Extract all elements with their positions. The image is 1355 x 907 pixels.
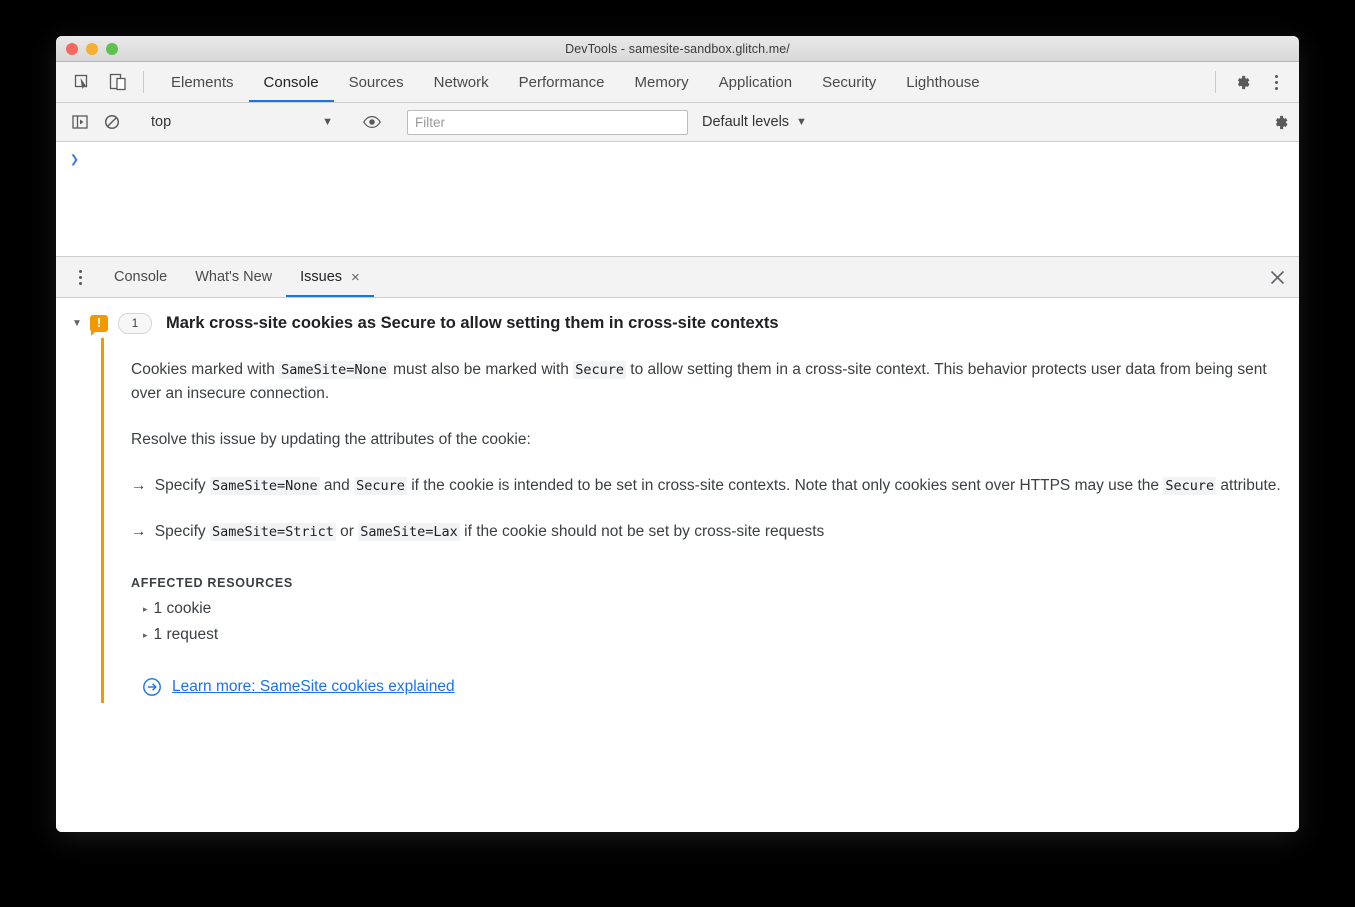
chevron-right-icon: ▸ (143, 603, 148, 614)
window-traffic-lights (66, 36, 118, 61)
eye-icon[interactable] (356, 103, 388, 141)
external-link-circle-arrow-icon (142, 677, 162, 697)
tab-security[interactable]: Security (807, 62, 891, 102)
kebab-menu-icon[interactable] (1261, 62, 1299, 102)
console-output-area[interactable]: ❯ (56, 142, 1299, 257)
close-drawer-icon[interactable] (1255, 257, 1299, 297)
issue-bullet-2: → Specify SameSite=Strict or SameSite=La… (131, 508, 1281, 554)
drawer-tab-issues[interactable]: Issues × (286, 257, 374, 297)
b1-text-3: if the cookie is intended to be set in c… (406, 477, 1164, 495)
tab-network[interactable]: Network (419, 62, 504, 102)
main-toolbar: Elements Console Sources Network Perform… (56, 62, 1299, 103)
issue-paragraph-2: Resolve this issue by updating the attri… (131, 431, 531, 449)
drawer-tab-whats-new-label: What's New (195, 269, 273, 285)
b2-code-1: SameSite=Strict (209, 523, 336, 542)
issue-paragraph-1: Cookies marked with SameSite=None must a… (131, 346, 1281, 416)
close-icon[interactable]: × (351, 270, 360, 285)
arrow-right-icon: → (131, 523, 147, 541)
drawer-tabbar: Console What's New Issues × (56, 257, 1299, 298)
console-settings-gear-icon[interactable] (1261, 113, 1299, 132)
issue-title: Mark cross-site cookies as Secure to all… (166, 313, 779, 332)
panel-tabs: Elements Console Sources Network Perform… (156, 62, 995, 102)
warning-icon: ! (90, 314, 108, 336)
tab-application[interactable]: Application (704, 62, 807, 102)
console-prompt[interactable]: ❯ (56, 150, 1299, 168)
devtools-window: DevTools - samesite-sandbox.glitch.me/ E… (56, 36, 1299, 832)
drawer-tab-console[interactable]: Console (100, 257, 181, 297)
tab-sources[interactable]: Sources (334, 62, 419, 102)
toolbar-divider-right (1215, 71, 1216, 93)
chevron-down-icon[interactable]: ▼ (68, 318, 86, 329)
b1-code-2: Secure (354, 477, 407, 496)
drawer-tab-console-label: Console (114, 269, 168, 285)
chevron-right-icon: ▸ (143, 629, 148, 640)
log-levels-selector[interactable]: Default levels ▼ (702, 114, 807, 130)
b2-text-3: if the cookie should not be set by cross… (459, 523, 825, 541)
tab-performance[interactable]: Performance (504, 62, 620, 102)
tab-lighthouse[interactable]: Lighthouse (891, 62, 994, 102)
affected-resource-request[interactable]: ▸ 1 request (131, 622, 1281, 648)
learn-more-link[interactable]: Learn more: SameSite cookies explained (172, 678, 455, 696)
toolbar-divider (143, 71, 144, 93)
affected-resource-cookie[interactable]: ▸ 1 cookie (131, 596, 1281, 622)
maximize-window-button[interactable] (106, 42, 118, 55)
issue-header-row[interactable]: ▼ ! 1 Mark cross-site cookies as Secure … (56, 308, 1299, 338)
warning-icon-glyph: ! (96, 315, 102, 330)
affected-resources-label: AFFECTED RESOURCES (131, 576, 293, 591)
tab-memory[interactable]: Memory (620, 62, 704, 102)
execution-context-value: top (151, 114, 172, 130)
console-filter-toolbar: top ▼ Filter Default levels ▼ (56, 103, 1299, 142)
gear-icon[interactable] (1223, 62, 1261, 102)
device-toolbar-icon[interactable] (100, 62, 136, 102)
toolbar-right-group (1208, 62, 1299, 102)
log-levels-value: Default levels (702, 114, 790, 130)
tab-console[interactable]: Console (248, 62, 334, 102)
chevron-down-icon: ▼ (322, 116, 333, 128)
chevron-down-icon: ▼ (796, 116, 807, 128)
minimize-window-button[interactable] (86, 42, 98, 55)
drawer-tab-whats-new[interactable]: What's New (181, 257, 286, 297)
p1-text-1: Cookies marked with (131, 361, 280, 378)
clear-console-icon[interactable] (96, 103, 128, 141)
close-window-button[interactable] (66, 42, 78, 55)
affected-resource-request-label: 1 request (153, 626, 219, 644)
affected-resource-cookie-label: 1 cookie (153, 600, 212, 618)
drawer-tabs: Console What's New Issues × (100, 257, 374, 297)
execution-context-selector[interactable]: top ▼ (143, 114, 341, 130)
issue-bullet-1: → Specify SameSite=None and Secure if th… (131, 462, 1281, 508)
b2-code-2: SameSite=Lax (358, 523, 460, 542)
b2-text-1: Specify (150, 523, 210, 541)
filterbar-right-group (1246, 113, 1299, 132)
b1-text-2: and (319, 477, 355, 495)
b1-code-1: SameSite=None (209, 477, 320, 496)
b1-text-1: Specify (150, 477, 210, 495)
p1-code-2: Secure (573, 361, 626, 379)
b1-code-3: Secure (1163, 477, 1217, 496)
drawer-tab-issues-label: Issues (300, 269, 343, 285)
p1-text-2: must also be marked with (388, 361, 574, 378)
b2-text-2: or (335, 523, 359, 541)
tab-elements[interactable]: Elements (156, 62, 249, 102)
window-title: DevTools - samesite-sandbox.glitch.me/ (565, 41, 790, 56)
b1-text-4: attribute. (1216, 477, 1281, 495)
inspect-cursor-icon[interactable] (64, 62, 100, 102)
title-bar: DevTools - samesite-sandbox.glitch.me/ (56, 36, 1299, 62)
p1-code-1: SameSite=None (279, 361, 389, 379)
issue-count-badge: 1 (118, 312, 152, 334)
arrow-right-icon: → (131, 477, 147, 495)
learn-more-row[interactable]: Learn more: SameSite cookies explained (131, 648, 1281, 697)
filter-input[interactable]: Filter (407, 109, 688, 135)
issues-panel: ▼ ! 1 Mark cross-site cookies as Secure … (56, 298, 1299, 832)
console-sidebar-icon[interactable] (64, 103, 96, 141)
issue-body: Cookies marked with SameSite=None must a… (101, 338, 1281, 704)
drawer-kebab-menu-icon[interactable] (66, 257, 94, 297)
